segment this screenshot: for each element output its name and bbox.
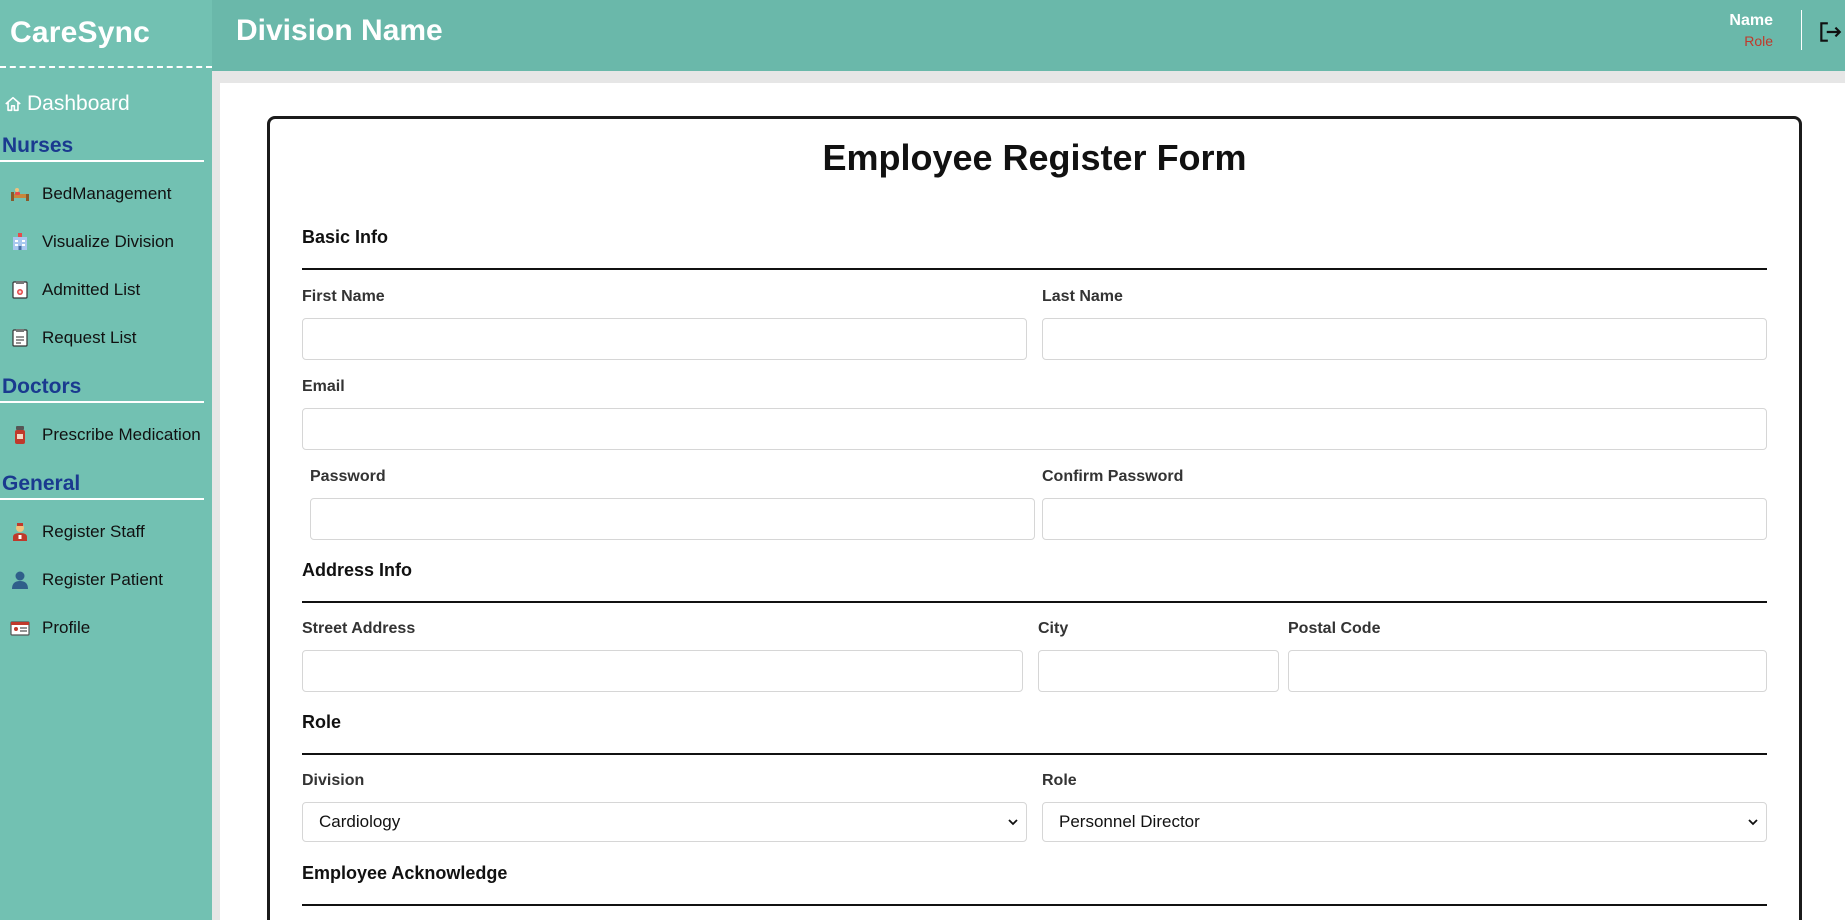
division-select[interactable]: Cardiology bbox=[302, 802, 1027, 842]
divider bbox=[302, 268, 1767, 270]
divider bbox=[302, 601, 1767, 603]
divider bbox=[302, 753, 1767, 755]
division-title: Division Name bbox=[236, 14, 443, 47]
role-label: Role bbox=[1042, 772, 1077, 789]
password-input[interactable] bbox=[310, 498, 1035, 540]
confirm-password-label: Confirm Password bbox=[1042, 468, 1184, 485]
logout-icon[interactable] bbox=[1817, 19, 1843, 45]
sidebar-item-profile[interactable]: Profile bbox=[0, 604, 212, 652]
admitted-list-icon bbox=[10, 280, 30, 300]
first-name-label: First Name bbox=[302, 288, 385, 305]
header: Division Name Name Role bbox=[212, 0, 1845, 71]
medication-icon bbox=[10, 425, 30, 445]
section-title-doctors: Doctors bbox=[0, 375, 204, 403]
sidebar-item-label: Request List bbox=[42, 328, 137, 347]
header-divider bbox=[1801, 10, 1802, 50]
user-info: Name Role bbox=[1729, 12, 1773, 49]
last-name-input[interactable] bbox=[1042, 318, 1767, 360]
section-employee-acknowledge: Employee Acknowledge bbox=[302, 863, 508, 883]
sidebar-item-label: Dashboard bbox=[27, 92, 130, 115]
sidebar-item-label: Prescribe Medication bbox=[42, 425, 201, 444]
sidebar-item-prescribe-medication[interactable]: Prescribe Medication bbox=[0, 411, 212, 459]
form-title: Employee Register Form bbox=[822, 137, 1247, 178]
staff-icon bbox=[10, 522, 30, 542]
sidebar-item-register-patient[interactable]: Register Patient bbox=[0, 556, 212, 604]
role-select[interactable]: Personnel Director bbox=[1042, 802, 1767, 842]
patient-icon bbox=[10, 570, 30, 590]
sidebar-item-label: Visualize Division bbox=[42, 232, 174, 251]
sidebar-item-label: Profile bbox=[42, 618, 91, 637]
section-basic-info: Basic Info bbox=[302, 227, 389, 247]
home-icon bbox=[5, 96, 21, 112]
brand: CareSync bbox=[0, 0, 212, 68]
sidebar: CareSync Dashboard Nurses BedManagement … bbox=[0, 0, 212, 920]
email-label: Email bbox=[302, 378, 345, 395]
sidebar-item-register-staff[interactable]: Register Staff bbox=[0, 508, 212, 556]
section-title-general: General bbox=[0, 472, 204, 500]
sidebar-item-label: Admitted List bbox=[42, 280, 141, 299]
sidebar-item-label: Register Staff bbox=[42, 522, 145, 541]
section-title-nurses: Nurses bbox=[0, 134, 204, 162]
confirm-password-input[interactable] bbox=[1042, 498, 1767, 540]
request-list-icon bbox=[10, 328, 30, 348]
email-input[interactable] bbox=[302, 408, 1767, 450]
sidebar-item-visualize-division[interactable]: Visualize Division bbox=[0, 218, 212, 266]
sidebar-item-bed-management[interactable]: BedManagement bbox=[0, 170, 212, 218]
sidebar-item-request-list[interactable]: Request List bbox=[0, 314, 212, 362]
register-form: Employee Register Form Basic Info First … bbox=[267, 116, 1802, 920]
sidebar-item-dashboard[interactable]: Dashboard bbox=[0, 86, 212, 122]
chevron-down-icon bbox=[1748, 819, 1758, 826]
divider bbox=[302, 904, 1767, 906]
division-selected-value: Cardiology bbox=[319, 812, 401, 831]
role-selected-value: Personnel Director bbox=[1059, 812, 1200, 831]
bed-icon bbox=[10, 184, 30, 204]
hospital-icon bbox=[10, 232, 30, 252]
password-label: Password bbox=[310, 468, 386, 485]
brand-name: CareSync bbox=[10, 16, 151, 49]
user-role: Role bbox=[1744, 33, 1773, 49]
first-name-input[interactable] bbox=[302, 318, 1027, 360]
sidebar-item-label: BedManagement bbox=[42, 184, 172, 203]
street-address-label: Street Address bbox=[302, 620, 416, 637]
chevron-down-icon bbox=[1008, 819, 1018, 826]
postal-code-label: Postal Code bbox=[1288, 620, 1381, 637]
postal-code-input[interactable] bbox=[1288, 650, 1767, 692]
last-name-label: Last Name bbox=[1042, 288, 1123, 305]
user-name: Name bbox=[1729, 12, 1773, 29]
section-address-info: Address Info bbox=[302, 560, 413, 580]
city-label: City bbox=[1038, 620, 1069, 637]
city-input[interactable] bbox=[1038, 650, 1279, 692]
sidebar-item-label: Register Patient bbox=[42, 570, 163, 589]
profile-card-icon bbox=[10, 618, 30, 638]
main-content: Employee Register Form Basic Info First … bbox=[220, 83, 1845, 920]
section-role: Role bbox=[302, 712, 342, 732]
division-label: Division bbox=[302, 772, 365, 789]
street-address-input[interactable] bbox=[302, 650, 1023, 692]
sidebar-item-admitted-list[interactable]: Admitted List bbox=[0, 266, 212, 314]
